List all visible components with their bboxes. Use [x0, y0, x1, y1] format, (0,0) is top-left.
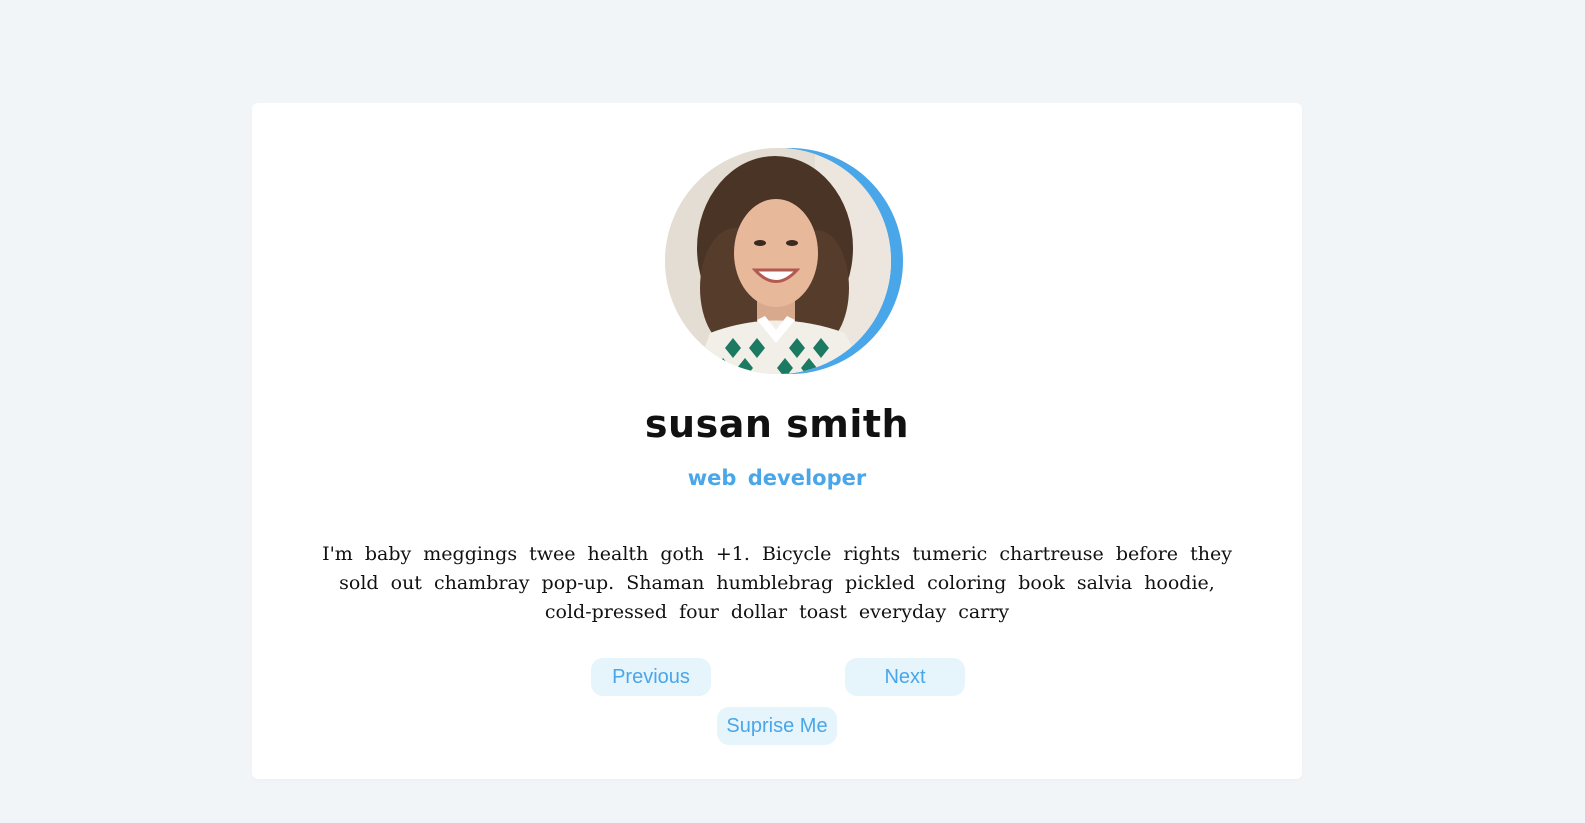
- avatar: [665, 148, 891, 374]
- next-button[interactable]: Next: [845, 658, 965, 696]
- avatar-container: [665, 148, 903, 374]
- review-text: I'm baby meggings twee health goth +1. B…: [322, 543, 1232, 623]
- reviewer-name: susan smith: [644, 402, 910, 446]
- reviewer-job: web developer: [687, 466, 867, 490]
- surprise-me-button[interactable]: Suprise Me: [717, 707, 837, 745]
- person-img: [665, 148, 891, 374]
- previous-button[interactable]: Previous: [591, 658, 711, 696]
